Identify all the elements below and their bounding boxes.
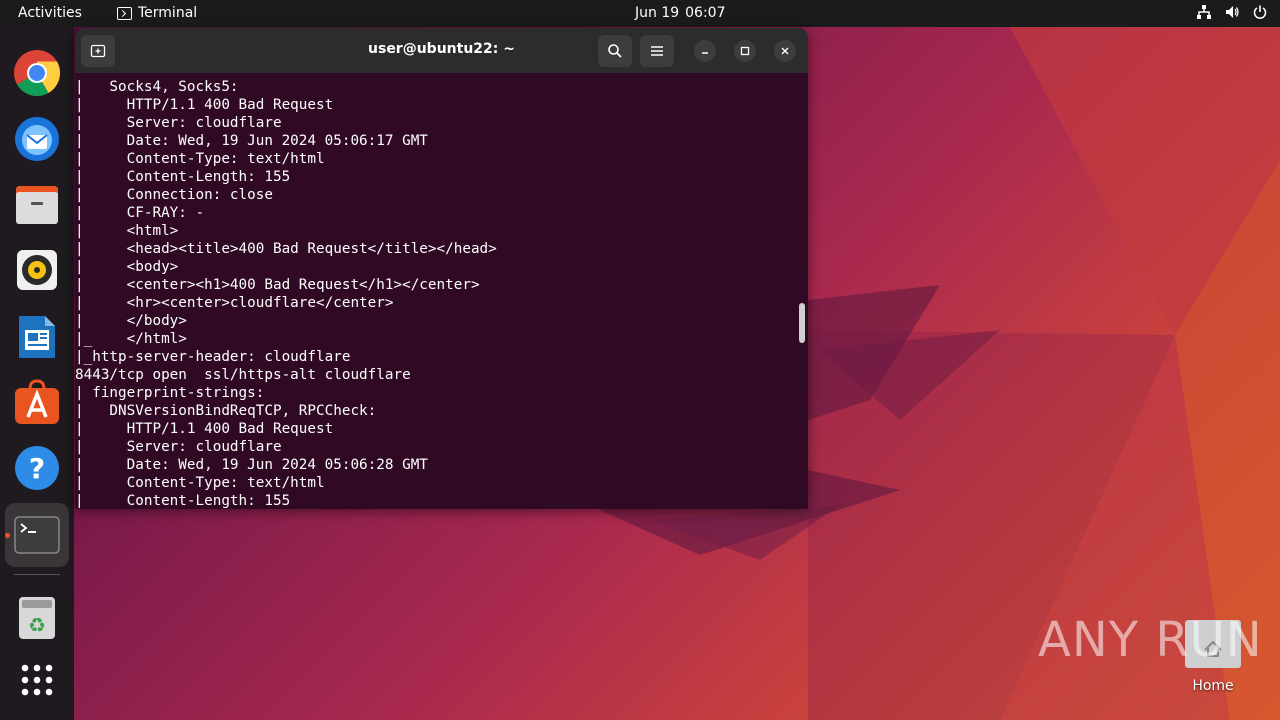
- volume-icon[interactable]: [1224, 4, 1240, 20]
- help-icon[interactable]: ?: [12, 443, 62, 493]
- terminal-line: | CF-RAY: -: [75, 205, 205, 221]
- clock[interactable]: Jun 19 06:07: [635, 5, 726, 21]
- terminal-line: | Date: Wed, 19 Jun 2024 05:06:17 GMT: [75, 133, 428, 149]
- terminal-line: | Content-Type: text/html: [75, 475, 325, 491]
- search-button[interactable]: [598, 35, 632, 67]
- svg-text:♻: ♻: [28, 613, 46, 637]
- terminal-line: | Content-Type: text/html: [75, 151, 325, 167]
- top-bar: Activities Terminal Jun 19 06:07: [0, 0, 1280, 27]
- terminal-window[interactable]: user@ubuntu22: ~ | Socks4, Socks5: | HTTP…: [75, 28, 808, 509]
- terminal-line: | <head><title>400 Bad Request</title></…: [75, 241, 497, 257]
- terminal-line: | fingerprint-strings:: [75, 385, 265, 401]
- chrome-icon[interactable]: [12, 48, 62, 98]
- terminal-line: | Server: cloudflare: [75, 439, 282, 455]
- dock: ? ♻: [0, 27, 74, 720]
- files-icon[interactable]: [12, 180, 62, 230]
- dock-separator: [14, 574, 60, 575]
- terminal-line: | Server: cloudflare: [75, 115, 282, 131]
- terminal-line: | <hr><center>cloudflare</center>: [75, 295, 394, 311]
- terminal-line: | <html>: [75, 223, 179, 239]
- terminal-icon[interactable]: [12, 510, 62, 560]
- terminal-line: | Content-Length: 155: [75, 169, 291, 185]
- terminal-line: | Content-Length: 155: [75, 493, 291, 508]
- terminal-line: |_ </html>: [75, 331, 187, 347]
- terminal-header[interactable]: user@ubuntu22: ~: [75, 28, 808, 73]
- trash-icon[interactable]: ♻: [12, 593, 62, 643]
- terminal-line: | HTTP/1.1 400 Bad Request: [75, 421, 334, 437]
- terminal-line: | Socks4, Socks5:: [75, 79, 239, 95]
- terminal-line: | HTTP/1.1 400 Bad Request: [75, 97, 334, 113]
- terminal-scrollbar[interactable]: [799, 303, 805, 343]
- terminal-line: 8443/tcp open ssl/https-alt cloudflare: [75, 367, 411, 383]
- anyrun-watermark: ANY RUN: [1038, 612, 1263, 668]
- network-icon[interactable]: [1196, 4, 1212, 20]
- minimize-button[interactable]: [694, 40, 716, 62]
- svg-text:?: ?: [29, 452, 45, 485]
- clock-date: Jun 19: [635, 5, 680, 21]
- terminal-line: | </body>: [75, 313, 187, 329]
- close-button[interactable]: [774, 40, 796, 62]
- menu-button[interactable]: [640, 35, 674, 67]
- app-menu[interactable]: Terminal: [117, 5, 197, 21]
- running-indicator: [5, 533, 10, 538]
- home-label: Home: [1192, 678, 1234, 694]
- system-tray[interactable]: [1196, 4, 1268, 20]
- terminal-line: | DNSVersionBindReqTCP, RPCCheck:: [75, 403, 377, 419]
- power-icon[interactable]: [1252, 4, 1268, 20]
- terminal-output[interactable]: | Socks4, Socks5: | HTTP/1.1 400 Bad Requ…: [75, 78, 795, 508]
- activities-button[interactable]: Activities: [18, 5, 82, 21]
- terminal-line: | Date: Wed, 19 Jun 2024 05:06:28 GMT: [75, 457, 428, 473]
- terminal-app-icon: [117, 6, 132, 20]
- terminal-line: | <body>: [75, 259, 179, 275]
- watermark-text: ANY RUN: [1038, 612, 1263, 668]
- thunderbird-icon[interactable]: [12, 113, 62, 163]
- rhythmbox-icon[interactable]: [12, 245, 62, 295]
- app-name: Terminal: [138, 5, 198, 21]
- maximize-button[interactable]: [734, 40, 756, 62]
- terminal-line: |_http-server-header: cloudflare: [75, 349, 351, 365]
- terminal-line: | <center><h1>400 Bad Request</h1></cent…: [75, 277, 480, 293]
- libreoffice-writer-icon[interactable]: [12, 312, 62, 362]
- terminal-line: | Connection: close: [75, 187, 273, 203]
- show-apps-icon[interactable]: [12, 655, 62, 705]
- clock-time: 06:07: [685, 5, 726, 21]
- app-center-icon[interactable]: [12, 377, 62, 427]
